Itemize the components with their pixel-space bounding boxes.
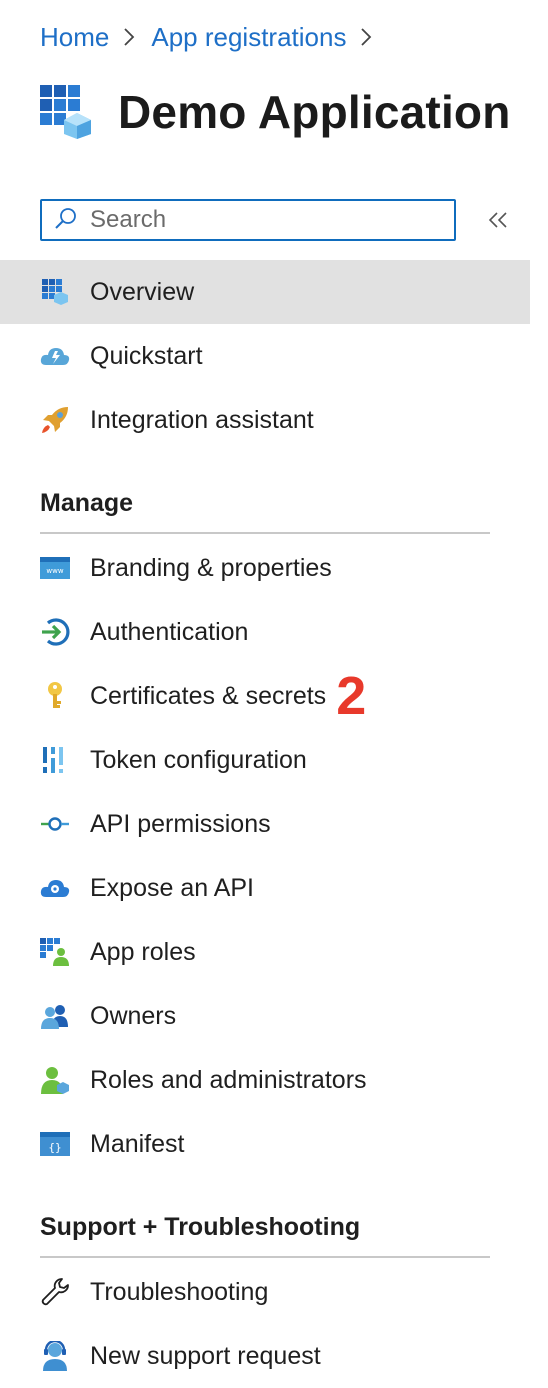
annotation-badge: 2 — [336, 666, 367, 726]
nav-item-overview[interactable]: Overview — [0, 260, 530, 324]
wrench-icon — [40, 1277, 70, 1307]
nav-item-integration-assistant[interactable]: Integration assistant — [0, 388, 530, 452]
breadcrumb: Home App registrations — [40, 18, 388, 56]
authentication-icon — [40, 617, 70, 647]
chevron-right-icon — [123, 27, 135, 47]
section-header-support: Support + Troubleshooting — [40, 1213, 361, 1241]
token-bars-icon — [40, 745, 70, 775]
nav-item-label: Expose an API — [90, 873, 255, 902]
key-icon — [40, 681, 70, 711]
nav-item-label: Owners — [90, 1001, 177, 1030]
nav-item-roles-administrators[interactable]: Roles and administrators — [0, 1048, 530, 1112]
nav-item-expose-api[interactable]: Expose an API — [0, 856, 530, 920]
branding-icon: www — [40, 553, 70, 583]
owners-icon — [40, 1001, 70, 1031]
nav-item-label: Token configuration — [90, 745, 307, 774]
nav-item-label: Branding & properties — [90, 553, 332, 582]
app-roles-icon — [40, 937, 70, 967]
nav-item-certificates-secrets[interactable]: Certificates & secrets 2 — [0, 664, 530, 728]
nav-item-quickstart[interactable]: Quickstart — [0, 324, 530, 388]
nav-item-label: New support request — [90, 1341, 321, 1370]
nav-item-branding[interactable]: www Branding & properties — [0, 536, 530, 600]
svg-text:www: www — [46, 567, 63, 575]
nav-item-label: Integration assistant — [90, 405, 314, 434]
nav-item-label: App roles — [90, 937, 196, 966]
nav-item-label: API permissions — [90, 809, 271, 838]
chevron-right-icon — [360, 27, 372, 47]
nav-item-authentication[interactable]: Authentication — [0, 600, 530, 664]
roles-admin-icon — [40, 1065, 70, 1095]
nav-item-label: Roles and administrators — [90, 1065, 367, 1094]
nav-item-new-support-request[interactable]: New support request — [0, 1324, 530, 1388]
svg-text:{}: {} — [48, 1141, 61, 1154]
search-icon — [54, 206, 78, 235]
collapse-menu-button[interactable] — [484, 208, 512, 236]
overview-icon — [40, 277, 70, 307]
section-divider — [40, 1256, 490, 1258]
cloud-gear-icon — [40, 873, 70, 903]
section-header-manage: Manage — [40, 489, 134, 517]
api-permissions-icon — [40, 809, 70, 839]
manifest-icon: {} — [40, 1129, 70, 1159]
nav-item-label: Manifest — [90, 1129, 185, 1158]
resource-menu: Overview Quickstart Integration assistan… — [0, 260, 530, 1388]
page-header: Demo Application — [40, 72, 511, 152]
nav-item-label: Quickstart — [90, 341, 203, 370]
double-chevron-left-icon — [487, 211, 509, 234]
nav-item-label: Certificates & secrets — [90, 681, 327, 710]
rocket-icon — [40, 405, 70, 435]
nav-item-manifest[interactable]: {} Manifest — [0, 1112, 530, 1176]
nav-item-label: Authentication — [90, 617, 249, 646]
nav-item-owners[interactable]: Owners — [0, 984, 530, 1048]
nav-item-token-configuration[interactable]: Token configuration — [0, 728, 530, 792]
page-title: Demo Application — [118, 86, 511, 138]
nav-item-api-permissions[interactable]: API permissions — [0, 792, 530, 856]
nav-item-label: Troubleshooting — [90, 1277, 269, 1306]
breadcrumb-home-link[interactable]: Home — [40, 22, 109, 53]
search-box[interactable] — [40, 199, 456, 241]
nav-item-troubleshooting[interactable]: Troubleshooting — [0, 1260, 530, 1324]
nav-item-label: Overview — [90, 277, 195, 306]
section-divider — [40, 532, 490, 534]
quickstart-cloud-icon — [40, 341, 70, 371]
app-registration-icon — [40, 85, 92, 139]
search-input[interactable] — [88, 205, 432, 235]
nav-item-app-roles[interactable]: App roles — [0, 920, 530, 984]
support-person-icon — [40, 1341, 70, 1371]
breadcrumb-app-registrations-link[interactable]: App registrations — [151, 22, 346, 53]
